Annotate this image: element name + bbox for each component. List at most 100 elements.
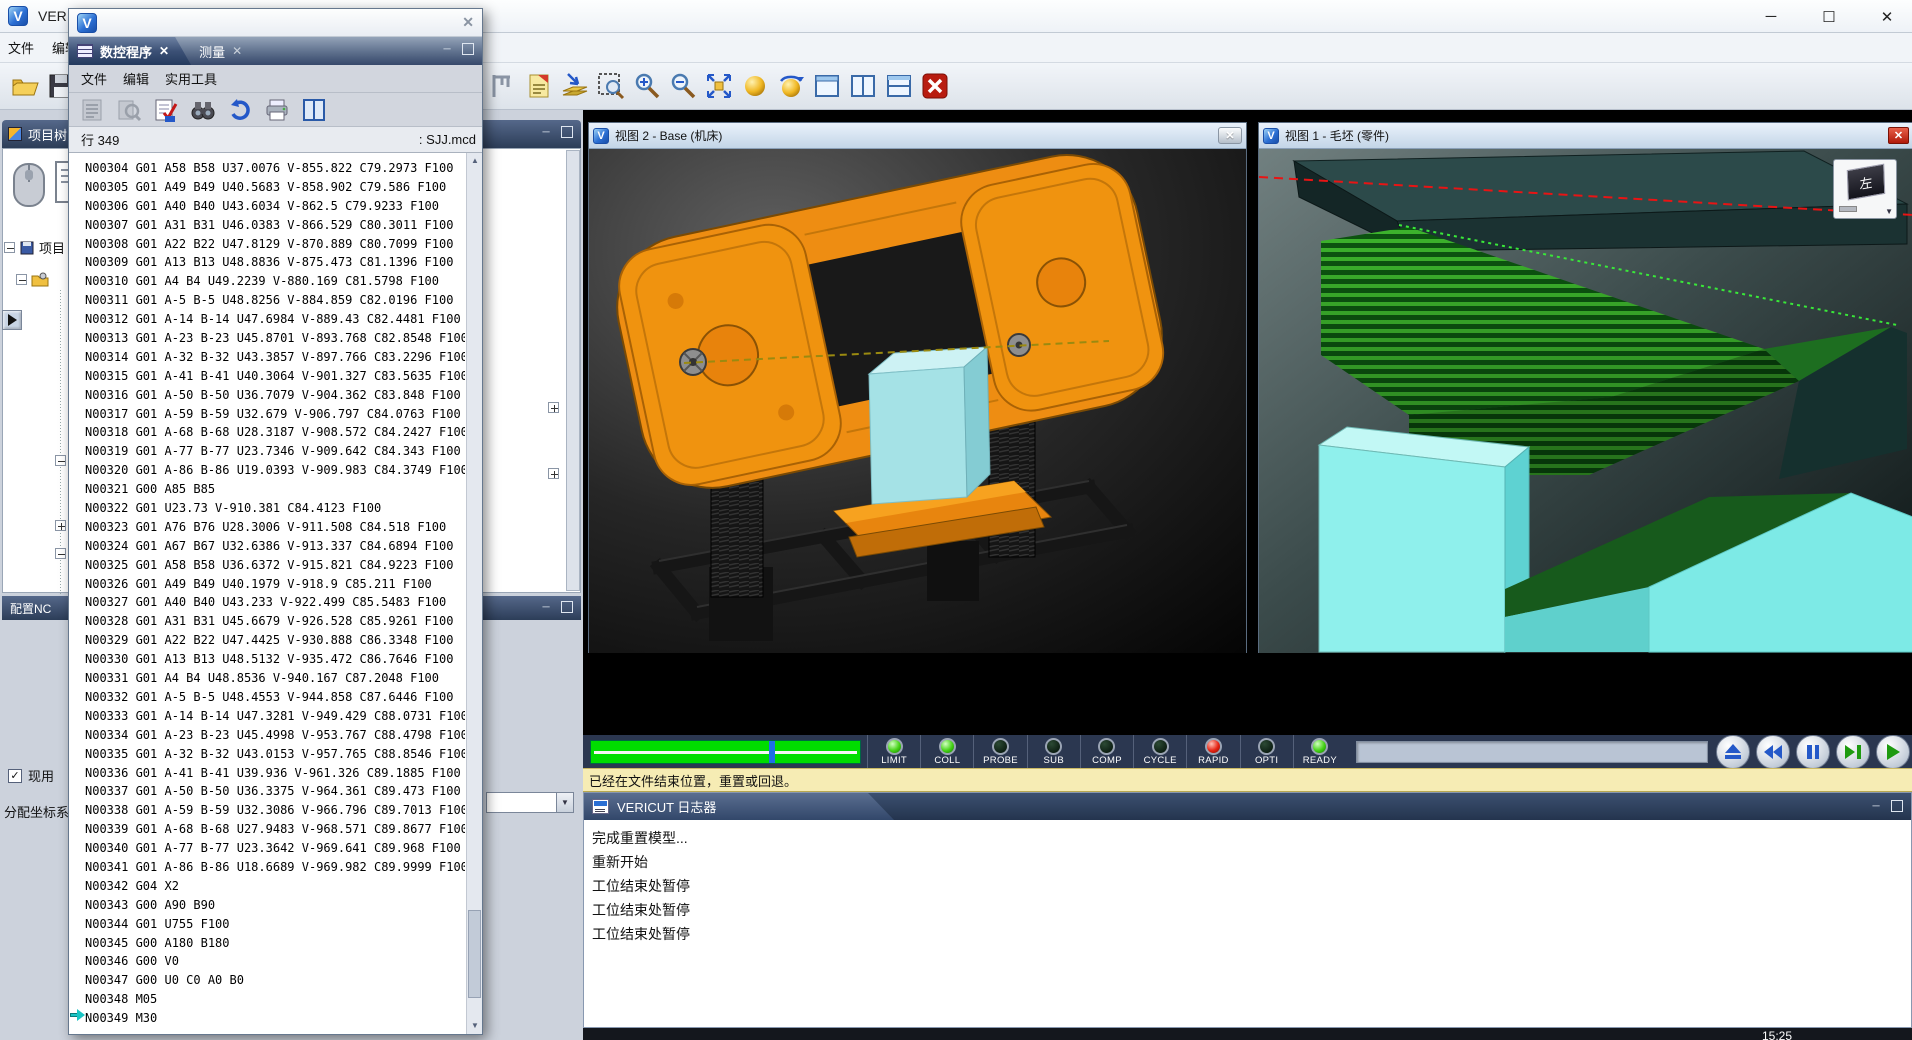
measure-caliper-icon[interactable] xyxy=(488,71,518,101)
rotate-view-icon[interactable] xyxy=(776,71,806,101)
nc-code-line[interactable]: N00347 G00 U0 C0 A0 B0 xyxy=(85,971,465,990)
collapse-icon[interactable] xyxy=(4,242,15,253)
tab-close-icon[interactable]: ✕ xyxy=(159,44,169,58)
nc-code-line[interactable]: N00304 G01 A58 B58 U37.0076 V-855.822 C7… xyxy=(85,159,465,178)
tab-minimize-icon[interactable]: ─ xyxy=(440,43,454,57)
notes-page-icon[interactable] xyxy=(524,71,554,101)
split-pane-layout-icon[interactable] xyxy=(884,71,914,101)
tree-expand-icon[interactable] xyxy=(548,402,559,413)
two-column-view-icon[interactable] xyxy=(301,97,327,123)
zoom-window-icon[interactable] xyxy=(596,71,626,101)
status-led-button[interactable]: COMP xyxy=(1080,735,1133,768)
tab-nc-program[interactable]: 数控程序 ✕ xyxy=(69,37,191,65)
nc-code-line[interactable]: N00340 G01 A-77 B-77 U23.3642 V-969.641 … xyxy=(85,839,465,858)
check-syntax-icon[interactable] xyxy=(153,97,179,123)
tree-collapse-icon[interactable] xyxy=(55,548,66,559)
nc-code-line[interactable]: N00326 G01 A49 B49 U40.1979 V-918.9 C85.… xyxy=(85,575,465,594)
nc-code-line[interactable]: N00319 G01 A-77 B-77 U23.7346 V-909.642 … xyxy=(85,442,465,461)
nc-listing-area[interactable]: N00304 G01 A58 B58 U37.0076 V-855.822 C7… xyxy=(69,153,482,1034)
close-button[interactable]: ✕ xyxy=(1872,8,1902,26)
machine-view-titlebar[interactable]: V 视图 2 - Base (机床) ✕ xyxy=(589,123,1246,149)
nc-code-line[interactable]: N00331 G01 A4 B4 U48.8536 V-940.167 C87.… xyxy=(85,669,465,688)
menu-item[interactable]: 文件 xyxy=(8,38,34,57)
nc-code-line[interactable]: N00314 G01 A-32 B-32 U43.3857 V-897.766 … xyxy=(85,348,465,367)
nc-window-titlebar[interactable]: V ✕ xyxy=(69,9,482,37)
mouse-mode-icon[interactable] xyxy=(8,158,50,215)
status-led-button[interactable]: CYCLE xyxy=(1133,735,1186,768)
nc-code-line[interactable]: N00313 G01 A-23 B-23 U45.8701 V-893.768 … xyxy=(85,329,465,348)
nc-code-line[interactable]: N00334 G01 A-23 B-23 U45.4998 V-953.767 … xyxy=(85,726,465,745)
nc-code-line[interactable]: N00333 G01 A-14 B-14 U47.3281 V-949.429 … xyxy=(85,707,465,726)
reset-eject-button[interactable] xyxy=(1716,735,1750,769)
project-to-surface-icon[interactable] xyxy=(560,71,590,101)
single-pane-layout-icon[interactable] xyxy=(812,71,842,101)
progress-position-marker[interactable] xyxy=(769,741,775,763)
pause-button[interactable] xyxy=(1796,735,1830,769)
nc-code-line[interactable]: N00325 G01 A58 B58 U36.6372 V-915.821 C8… xyxy=(85,556,465,575)
menu-item[interactable]: 编辑 xyxy=(123,69,149,88)
nc-code-line[interactable]: N00308 G01 A22 B22 U47.8129 V-870.889 C8… xyxy=(85,235,465,254)
scroll-down-icon[interactable]: ▼ xyxy=(467,1018,483,1034)
nc-code-line[interactable]: N00316 G01 A-50 B-50 U36.7079 V-904.362 … xyxy=(85,386,465,405)
undo-icon[interactable] xyxy=(227,97,253,123)
print-icon[interactable] xyxy=(264,97,290,123)
orientation-dropdown-arrow[interactable]: ▼ xyxy=(1885,207,1893,216)
speed-slider-track[interactable] xyxy=(1356,741,1708,763)
nc-code-line[interactable]: N00307 G01 A31 B31 U46.0383 V-866.529 C8… xyxy=(85,216,465,235)
nc-code-line[interactable]: N00320 G01 A-86 B-86 U19.0393 V-909.983 … xyxy=(85,461,465,480)
machine-view-close-button[interactable]: ✕ xyxy=(1218,127,1242,144)
status-led-button[interactable]: READY xyxy=(1293,735,1346,768)
nc-code-line[interactable]: N00332 G01 A-5 B-5 U48.4553 V-944.858 C8… xyxy=(85,688,465,707)
nc-code-line[interactable]: N00329 G01 A22 B22 U47.4425 V-930.888 C8… xyxy=(85,631,465,650)
nc-window-close-button[interactable]: ✕ xyxy=(462,14,474,31)
panel-minimize-icon[interactable]: ─ xyxy=(539,126,553,140)
nc-scrollbar[interactable]: ▲ ▼ xyxy=(466,153,482,1034)
play-button[interactable] xyxy=(1876,735,1910,769)
search-binoculars-icon[interactable] xyxy=(190,97,216,123)
nc-code-line[interactable]: N00345 G00 A180 B180 xyxy=(85,934,465,953)
tree-collapse-icon[interactable] xyxy=(55,455,66,466)
collapse-icon[interactable] xyxy=(16,274,27,285)
panel-float-icon[interactable] xyxy=(1891,800,1903,812)
tree-run-button[interactable] xyxy=(2,310,22,330)
status-led-button[interactable]: OPTI xyxy=(1240,735,1293,768)
nc-code-line[interactable]: N00344 G01 U755 F100 xyxy=(85,915,465,934)
nc-code-line[interactable]: N00328 G01 A31 B31 U45.6679 V-926.528 C8… xyxy=(85,612,465,631)
tree-node-project[interactable]: 项目 xyxy=(4,238,65,257)
nc-code-line[interactable]: N00322 G01 U23.73 V-910.381 C84.4123 F10… xyxy=(85,499,465,518)
status-led-button[interactable]: LIMIT xyxy=(867,735,920,768)
two-pane-layout-icon[interactable] xyxy=(848,71,878,101)
scroll-up-icon[interactable]: ▲ xyxy=(467,153,483,169)
nc-code-line[interactable]: N00337 G01 A-50 B-50 U36.3375 V-964.361 … xyxy=(85,782,465,801)
minimize-button[interactable]: ─ xyxy=(1756,8,1786,25)
stock-view-close-button[interactable]: ✕ xyxy=(1888,127,1909,144)
tree-node-setup[interactable] xyxy=(16,272,49,287)
nc-code-line[interactable]: N00309 G01 A13 B13 U48.8836 V-875.473 C8… xyxy=(85,253,465,272)
nc-code-line[interactable]: N00305 G01 A49 B49 U40.5683 V-858.902 C7… xyxy=(85,178,465,197)
tree-expand-icon[interactable] xyxy=(55,520,66,531)
nc-code-line[interactable]: N00330 G01 A13 B13 U48.5132 V-935.472 C8… xyxy=(85,650,465,669)
nc-code-line[interactable]: N00323 G01 A76 B76 U28.3006 V-911.508 C8… xyxy=(85,518,465,537)
shade-view-icon[interactable] xyxy=(740,71,770,101)
nc-code-line[interactable]: N00342 G04 X2 xyxy=(85,877,465,896)
view-orientation-widget[interactable]: 左 ▼ xyxy=(1833,159,1897,219)
nc-code-line[interactable]: N00348 M05 xyxy=(85,990,465,1009)
nc-code-line[interactable]: N00327 G01 A40 B40 U43.233 V-922.499 C85… xyxy=(85,593,465,612)
nc-code-line[interactable]: N00341 G01 A-86 B-86 U18.6689 V-969.982 … xyxy=(85,858,465,877)
stock-view-canvas[interactable]: 左 ▼ xyxy=(1259,149,1912,653)
nc-code-line[interactable]: N00312 G01 A-14 B-14 U47.6984 V-889.43 C… xyxy=(85,310,465,329)
coord-system-combobox[interactable]: ▼ xyxy=(486,792,574,813)
open-folder-icon[interactable] xyxy=(10,71,40,101)
nc-code-line[interactable]: N00336 G01 A-41 B-41 U39.936 V-961.326 C… xyxy=(85,764,465,783)
nc-code-line[interactable]: N00317 G01 A-59 B-59 U32.679 V-906.797 C… xyxy=(85,405,465,424)
nc-code-line[interactable]: N00338 G01 A-59 B-59 U32.3086 V-966.796 … xyxy=(85,801,465,820)
nc-code-line[interactable]: N00324 G01 A67 B67 U32.6386 V-913.337 C8… xyxy=(85,537,465,556)
nc-code-line[interactable]: N00315 G01 A-41 B-41 U40.3064 V-901.327 … xyxy=(85,367,465,386)
menu-item[interactable]: 文件 xyxy=(81,69,107,88)
machine-view-canvas[interactable] xyxy=(589,149,1246,653)
tree-scrollbar[interactable] xyxy=(566,150,580,591)
nc-lines[interactable]: N00304 G01 A58 B58 U37.0076 V-855.822 C7… xyxy=(85,159,465,1034)
step-forward-button[interactable] xyxy=(1836,735,1870,769)
tab-close-icon[interactable]: ✕ xyxy=(232,44,242,58)
nc-code-line[interactable]: N00335 G01 A-32 B-32 U43.0153 V-957.765 … xyxy=(85,745,465,764)
